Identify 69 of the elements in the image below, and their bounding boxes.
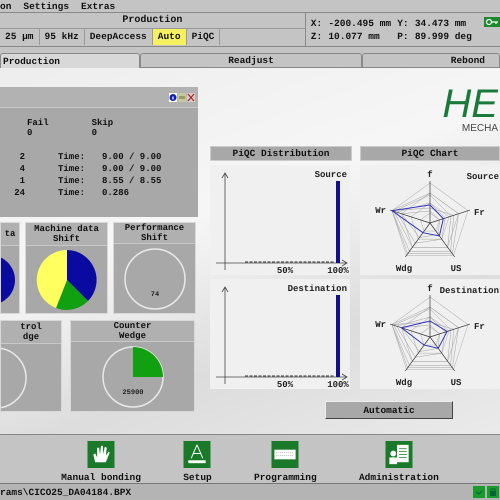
menu-item[interactable]: Settings <box>23 0 70 12</box>
tile-title: Performance <box>124 223 184 233</box>
info-icon[interactable] <box>169 92 177 102</box>
logo-text: HE <box>442 84 500 122</box>
file-path: rams\CICO25_DA04184.BPX <box>0 486 132 498</box>
coordinate-value: 89.999 deg <box>414 30 473 42</box>
toolbar-button[interactable]: Administration <box>358 435 439 483</box>
column-value: 0 <box>92 128 98 138</box>
axis-label: Y: <box>397 18 410 28</box>
check-icon <box>473 486 485 498</box>
time-value: 0.286 <box>101 188 130 198</box>
tile-title: Shift <box>52 234 80 244</box>
pie-chart-drawing <box>36 248 98 310</box>
lock-icon <box>487 486 499 498</box>
logo-tagline: MECHA <box>462 122 499 134</box>
key-icon[interactable] <box>484 17 500 27</box>
time-label: Time: <box>57 164 86 174</box>
count-value: 2 <box>18 152 25 162</box>
mode-indicator: 25 μm <box>0 29 40 45</box>
column-value: 0 <box>27 128 34 138</box>
keyboard-icon <box>271 441 300 468</box>
mode-indicator: 95 kHz <box>40 29 85 45</box>
time-value: 8.55 / 8.55 <box>101 176 162 186</box>
time-label: Time: <box>57 176 86 186</box>
close-icon[interactable] <box>187 92 195 102</box>
count-value: 4 <box>18 164 25 174</box>
tab[interactable]: Readjust <box>140 53 362 68</box>
pie-chart-drawing <box>1 254 15 304</box>
tab[interactable]: Production <box>0 53 140 68</box>
user-document-icon <box>384 441 413 468</box>
coordinate-value: 10.077 mm <box>328 30 381 42</box>
column-label: Fail <box>27 118 49 128</box>
axis-label: X: <box>310 18 324 28</box>
mode-title: Production <box>0 13 305 29</box>
time-value: 9.00 / 9.00 <box>101 164 162 174</box>
time-value: 9.00 / 9.00 <box>101 152 162 162</box>
hand-icon <box>87 441 116 468</box>
tile-title: dge <box>22 332 40 342</box>
histogram-drawing: Source 50% 100% <box>210 165 350 275</box>
axis-label: Z: <box>310 30 324 42</box>
time-label: Time: <box>57 152 86 162</box>
time-label: Time: <box>57 188 86 198</box>
tile-title: trol <box>20 322 42 332</box>
toolbar-button[interactable]: Setup <box>183 435 212 483</box>
coordinate-value: -200.495 mm <box>328 18 392 28</box>
menu-item[interactable]: Extras <box>81 0 116 12</box>
tile-title: Counter <box>114 321 152 331</box>
radar-chart-drawing: f Source Wr Fr Wdg US <box>360 165 500 275</box>
panel-title: PiQC Chart <box>360 146 500 161</box>
tile-title: ta <box>4 229 16 239</box>
compass-icon <box>183 441 212 468</box>
automatic-button[interactable]: Automatic <box>325 401 453 419</box>
coordinate-value: 34.473 mm <box>414 18 468 28</box>
tile-title: Wedge <box>118 331 146 341</box>
menu-item[interactable]: on <box>0 0 12 12</box>
histogram-drawing: Destination 50% 100% <box>210 279 350 389</box>
tile-title: Machine data <box>34 224 99 234</box>
mode-indicator: PiQC <box>186 29 220 45</box>
tab[interactable]: Rebond <box>362 53 500 68</box>
count-value: 24 <box>13 188 25 198</box>
mode-indicator: Auto <box>152 29 187 45</box>
tile-title: Shift <box>140 233 168 243</box>
panel-title: PiQC Distribution <box>210 146 352 161</box>
column-label: Skip <box>92 118 114 128</box>
count-value: 1 <box>18 176 25 186</box>
axis-label: P: <box>397 30 410 42</box>
radar-chart-drawing: f Destination Wr Fr Wdg US <box>360 279 500 389</box>
toolbar-button[interactable]: Programming <box>254 435 317 483</box>
toolbar-button[interactable]: Manual bonding <box>61 435 141 483</box>
